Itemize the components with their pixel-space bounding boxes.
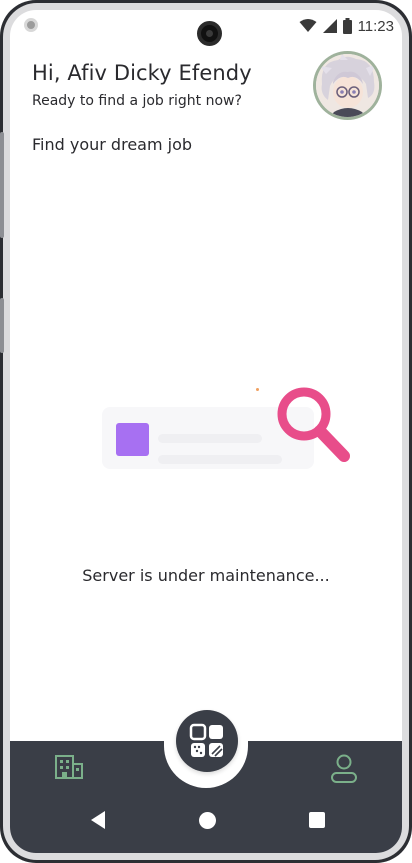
avatar-image	[316, 54, 379, 117]
status-bar: 11:23	[10, 10, 402, 46]
avatar[interactable]	[313, 51, 382, 120]
status-icons: 11:23	[299, 17, 394, 35]
sparkle-dot	[256, 388, 259, 391]
building-icon	[55, 755, 83, 779]
notification-dot-icon	[24, 18, 38, 32]
profile-icon	[331, 754, 357, 783]
greeting-subtitle: Ready to find a job right now?	[32, 93, 242, 109]
power-button	[0, 298, 4, 353]
placeholder-line	[158, 455, 282, 464]
signal-icon	[322, 19, 337, 33]
wifi-icon	[299, 19, 317, 32]
front-camera	[197, 21, 222, 46]
status-time: 11:23	[357, 17, 394, 35]
placeholder-line	[158, 434, 262, 443]
battery-icon	[342, 18, 352, 34]
nav-companies[interactable]	[54, 754, 84, 784]
placeholder-thumbnail	[116, 423, 149, 456]
volume-button	[0, 132, 4, 238]
maintenance-message: Server is under maintenance...	[82, 566, 330, 585]
system-nav-bar	[10, 810, 402, 834]
dashboard-button[interactable]	[176, 710, 238, 772]
greeting-title: Hi, Afiv Dicky Efendy	[32, 61, 252, 85]
recent-apps-icon[interactable]	[309, 812, 325, 828]
magnifier-icon	[277, 387, 350, 462]
home-icon[interactable]	[199, 812, 216, 829]
dashboard-icon	[189, 723, 223, 757]
empty-state-illustration	[98, 370, 368, 480]
app-screen: 11:23 Hi, Afiv Dicky Efendy Ready to fin…	[10, 10, 402, 853]
section-title: Find your dream job	[32, 135, 193, 154]
back-icon[interactable]	[90, 810, 106, 830]
nav-profile[interactable]	[330, 754, 358, 788]
